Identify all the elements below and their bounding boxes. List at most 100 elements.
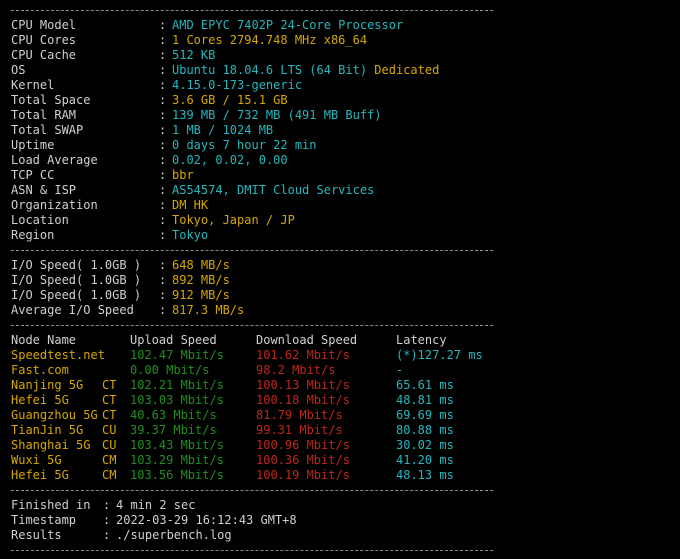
speedtest-row: Nanjing 5G CT 102.21 Mbit/s 100.13 Mbit/s 65… <box>11 378 506 393</box>
sysinfo-row-kernel: Kernel:4.15.0-173-generic <box>11 78 303 92</box>
sysinfo-value: 4.15.0-173-generic <box>172 78 303 92</box>
upload-speed: 102.21 Mbit/s <box>130 378 224 392</box>
download-speed: 100.36 Mbit/s <box>256 453 350 467</box>
os-virtualization: Dedicated <box>367 63 440 77</box>
sysinfo-value: Tokyo <box>172 228 209 242</box>
upload-speed: 103.29 Mbit/s <box>130 453 224 467</box>
speedtest-row: Wuxi 5G CM 103.29 Mbit/s 100.36 Mbit/s 41.20… <box>11 453 506 468</box>
download-speed: 98.2 Mbit/s <box>256 363 336 377</box>
separator <box>11 325 493 326</box>
latency: - <box>396 363 404 377</box>
download-speed: 100.13 Mbit/s <box>256 378 350 392</box>
download-speed: 101.62 Mbit/s <box>256 348 350 362</box>
node-name: Hefei 5G <box>11 468 69 482</box>
node-isp: CT <box>102 378 117 392</box>
node-name: Guangzhou 5G <box>11 408 98 422</box>
speedtest-row: Fast.com 0.00 Mbit/s 98.2 Mbit/s - <box>11 363 506 378</box>
upload-speed: 103.43 Mbit/s <box>130 438 224 452</box>
download-speed: 100.96 Mbit/s <box>256 438 350 452</box>
io-value: 912 MB/s <box>172 288 230 302</box>
speedtest-row: TianJin 5G CU 39.37 Mbit/s 99.31 Mbit/s 80.8… <box>11 423 506 438</box>
sysinfo-row-cpu-model: CPU Model: AMD EPYC 7402P 24-Core Process… <box>11 18 404 32</box>
io-row: I/O Speed( 1.0GB ):648 MB/s <box>11 258 230 272</box>
sysinfo-value: 1 Cores 2794.748 MHz x86_64 <box>172 33 368 47</box>
latency: (*)127.27 ms <box>396 348 483 362</box>
speedtest-row: Speedtest.net 102.47 Mbit/s 101.62 Mbit/s (… <box>11 348 506 363</box>
footer-row-timestamp: Timestamp:2022-03-29 16:12:43 GMT+8 <box>11 513 297 527</box>
sysinfo-value: 1 MB / 1024 MB <box>172 123 274 137</box>
sysinfo-value: 3.6 GB / 15.1 GB <box>172 93 288 107</box>
io-row: I/O Speed( 1.0GB ):912 MB/s <box>11 288 230 302</box>
sysinfo-value: Ubuntu 18.04.6 LTS (64 Bit) <box>172 63 368 77</box>
speedtest-row: Guangzhou 5G CT 40.63 Mbit/s 81.79 Mbit/s 69… <box>11 408 506 423</box>
sysinfo-value: 0 days 7 hour 22 min <box>172 138 317 152</box>
node-isp: CU <box>102 438 117 452</box>
separator <box>11 490 493 491</box>
node-name: Hefei 5G <box>11 393 69 407</box>
latency: 48.13 ms <box>396 468 454 482</box>
io-value: 892 MB/s <box>172 273 230 287</box>
node-name: Wuxi 5G <box>11 453 62 467</box>
sysinfo-row-organization: Organization: DM HK <box>11 198 209 212</box>
upload-speed: 39.37 Mbit/s <box>130 423 217 437</box>
sysinfo-value: 0.02, 0.02, 0.00 <box>172 153 288 167</box>
node-isp: CM <box>102 453 117 467</box>
sysinfo-value: DM HK <box>172 198 209 212</box>
download-speed: 100.19 Mbit/s <box>256 468 350 482</box>
sysinfo-value: Tokyo, Japan / JP <box>172 213 295 227</box>
sysinfo-row-os: OS: Ubuntu 18.04.6 LTS (64 Bit) Dedicated <box>11 63 440 77</box>
node-name: Speedtest.net <box>11 348 105 362</box>
sysinfo-value: AMD EPYC 7402P 24-Core Processor <box>172 18 404 32</box>
latency: 65.61 ms <box>396 378 454 392</box>
node-isp: CT <box>102 393 117 407</box>
io-value: 817.3 MB/s <box>172 303 245 317</box>
sysinfo-row-location: Location: Tokyo, Japan / JP <box>11 213 295 227</box>
terminal-window[interactable]: CPU Model: AMD EPYC 7402P 24-Core Process… <box>0 0 680 559</box>
sysinfo-value: bbr <box>172 168 194 182</box>
separator <box>11 550 493 551</box>
upload-speed: 0.00 Mbit/s <box>130 363 210 377</box>
footer-value: 4 min 2 sec <box>116 498 196 512</box>
sysinfo-value: AS54574, DMIT Cloud Services <box>172 183 375 197</box>
download-speed: 99.31 Mbit/s <box>256 423 343 437</box>
node-isp: CM <box>102 468 117 482</box>
io-value: 648 MB/s <box>172 258 230 272</box>
sysinfo-value: 139 MB / 732 MB (491 MB Buff) <box>172 108 382 122</box>
sysinfo-row-total-swap: Total SWAP:1 MB / 1024 MB <box>11 123 274 137</box>
node-name: Shanghai 5G <box>11 438 91 452</box>
footer-row-results: Results: ./superbench.log <box>11 528 232 542</box>
separator <box>11 10 493 11</box>
upload-speed: 102.47 Mbit/s <box>130 348 224 362</box>
latency: 41.20 ms <box>396 453 454 467</box>
node-name: Fast.com <box>11 363 69 377</box>
sysinfo-row-total-space: Total Space:3.6 GB / 15.1 GB <box>11 93 288 107</box>
separator <box>11 250 493 251</box>
sysinfo-row-total-ram: Total RAM:139 MB / 732 MB (491 MB Buff) <box>11 108 382 122</box>
download-speed: 100.18 Mbit/s <box>256 393 350 407</box>
latency: 48.81 ms <box>396 393 454 407</box>
upload-speed: 103.56 Mbit/s <box>130 468 224 482</box>
speedtest-row: Hefei 5G CT 103.03 Mbit/s 100.18 Mbit/s 48.8… <box>11 393 506 408</box>
footer-value: 2022-03-29 16:12:43 GMT+8 <box>116 513 297 527</box>
speedtest-header: Node Name Upload Speed Download Speed Laten… <box>11 333 447 347</box>
footer-value: ./superbench.log <box>116 528 232 542</box>
latency: 30.02 ms <box>396 438 454 452</box>
sysinfo-row-asn-isp: ASN & ISP: AS54574, DMIT Cloud Services <box>11 183 375 197</box>
sysinfo-row-region: Region: Tokyo <box>11 228 209 242</box>
node-isp: CT <box>102 408 117 422</box>
sysinfo-row-uptime: Uptime:0 days 7 hour 22 min <box>11 138 317 152</box>
io-row-average: Average I/O Speed:817.3 MB/s <box>11 303 245 317</box>
speedtest-row: Shanghai 5G CU 103.43 Mbit/s 100.96 Mbit/s 3… <box>11 438 506 453</box>
node-isp: CU <box>102 423 117 437</box>
upload-speed: 103.03 Mbit/s <box>130 393 224 407</box>
latency: 69.69 ms <box>396 408 454 422</box>
upload-speed: 40.63 Mbit/s <box>130 408 217 422</box>
speedtest-row: Hefei 5G CM 103.56 Mbit/s 100.19 Mbit/s 48.1… <box>11 468 506 483</box>
io-row: I/O Speed( 1.0GB ):892 MB/s <box>11 273 230 287</box>
node-name: TianJin 5G <box>11 423 84 437</box>
sysinfo-value: 512 KB <box>172 48 216 62</box>
node-name: Nanjing 5G <box>11 378 84 392</box>
footer-row-finished: Finished in:4 min 2 sec <box>11 498 196 512</box>
download-speed: 81.79 Mbit/s <box>256 408 343 422</box>
latency: 80.88 ms <box>396 423 454 437</box>
